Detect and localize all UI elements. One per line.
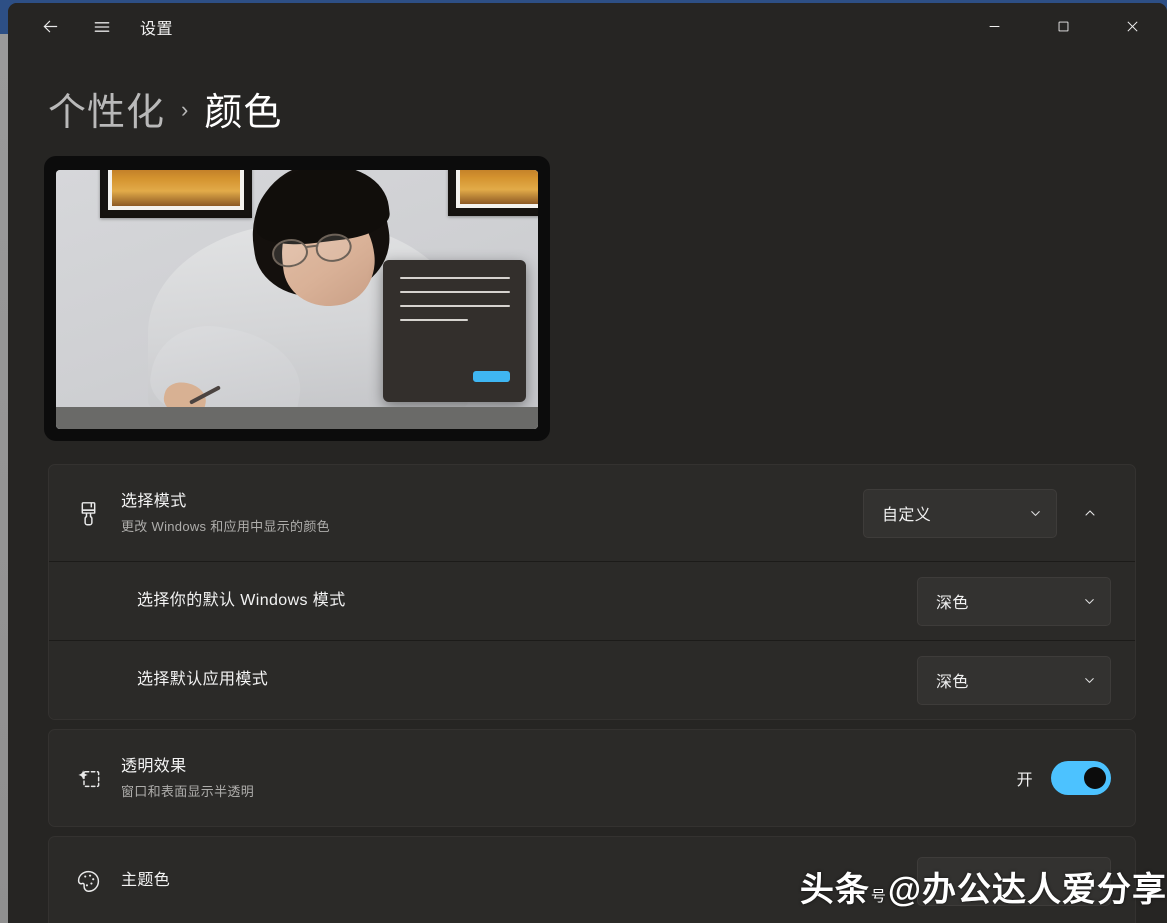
row-default-app-mode[interactable]: 选择默认应用模式 深色 xyxy=(49,640,1135,719)
default-app-mode-dropdown[interactable]: 深色 xyxy=(917,655,1111,705)
page-title: 颜色 xyxy=(204,91,283,134)
sparkle-glyph xyxy=(78,769,100,787)
default-windows-mode-dropdown[interactable]: 深色 xyxy=(917,576,1111,626)
choose-mode-expander-button[interactable] xyxy=(1069,492,1111,534)
transparency-state-label: 开 xyxy=(1016,772,1033,789)
sparkle-icon xyxy=(75,765,121,792)
accent-color-card: 主题色 xyxy=(48,836,1136,923)
row-default-app-mode-title: 选择默认应用模式 xyxy=(137,671,269,689)
settings-content: 个性化 › 颜色 选择模式 更改 Windows 和应用中显示的颜色 自定义 选… xyxy=(8,50,1167,923)
palette-glyph xyxy=(77,870,100,892)
row-default-windows-mode[interactable]: 选择你的默认 Windows 模式 深色 xyxy=(49,561,1135,640)
hamburger-menu-button[interactable] xyxy=(82,10,122,44)
minimize-icon xyxy=(989,26,1000,27)
choose-mode-value: 自定义 xyxy=(882,507,932,524)
row-accent-color-text: 主题色 xyxy=(121,870,917,892)
toggle-knob xyxy=(1084,767,1106,789)
row-accent-color[interactable]: 主题色 xyxy=(49,837,1135,923)
wall-picture-right xyxy=(448,170,538,216)
row-transparency-text: 透明效果 窗口和表面显示半透明 xyxy=(121,756,1017,801)
settings-window: 设置 个性化 › 颜色 选择模式 更改 Windows 和应用中显示的颜色 自定… xyxy=(8,3,1167,923)
back-arrow-icon xyxy=(43,20,57,33)
window-caption-buttons xyxy=(960,3,1167,50)
row-default-windows-mode-text: 选择你的默认 Windows 模式 xyxy=(137,590,917,612)
maximize-icon xyxy=(1058,21,1069,32)
row-choose-mode-title: 选择模式 xyxy=(121,492,187,510)
mock-text-line xyxy=(400,305,510,307)
breadcrumb: 个性化 › 颜色 xyxy=(8,50,1167,146)
palette-icon xyxy=(75,868,121,895)
row-default-app-mode-text: 选择默认应用模式 xyxy=(137,669,917,691)
chevron-down-icon xyxy=(1082,594,1097,609)
row-default-windows-mode-controls: 深色 xyxy=(917,576,1111,626)
mock-text-line xyxy=(400,277,510,279)
close-icon xyxy=(1127,21,1138,32)
mock-text-line xyxy=(400,291,510,293)
paintbrush-glyph xyxy=(81,501,96,525)
mock-text-line xyxy=(400,319,469,321)
row-default-windows-mode-title: 选择你的默认 Windows 模式 xyxy=(137,592,346,610)
hamburger-icon xyxy=(94,21,110,32)
choose-mode-card: 选择模式 更改 Windows 和应用中显示的颜色 自定义 选择你的默认 Win… xyxy=(48,464,1136,720)
theme-preview xyxy=(44,156,550,441)
chevron-down-icon xyxy=(1028,506,1043,521)
preview-mock-window xyxy=(383,260,526,402)
chevron-down-icon xyxy=(1082,874,1097,889)
transparency-toggle[interactable] xyxy=(1051,761,1111,795)
preview-taskbar xyxy=(56,407,538,429)
row-accent-color-controls xyxy=(917,856,1111,906)
default-app-mode-value: 深色 xyxy=(936,674,969,691)
row-choose-mode-text: 选择模式 更改 Windows 和应用中显示的颜色 xyxy=(121,491,863,536)
back-button[interactable] xyxy=(30,10,70,44)
close-button[interactable] xyxy=(1098,3,1167,50)
wall-picture-left xyxy=(100,170,252,218)
row-transparency-controls: 开 xyxy=(1017,761,1111,795)
choose-mode-dropdown[interactable]: 自定义 xyxy=(863,488,1057,538)
minimize-button[interactable] xyxy=(960,3,1029,50)
row-transparency-description: 窗口和表面显示半透明 xyxy=(121,784,255,800)
row-accent-color-title: 主题色 xyxy=(121,872,171,890)
row-choose-mode[interactable]: 选择模式 更改 Windows 和应用中显示的颜色 自定义 xyxy=(49,465,1135,561)
chevron-up-icon xyxy=(1085,510,1095,516)
row-choose-mode-controls: 自定义 xyxy=(863,488,1111,538)
mock-accent-button xyxy=(473,371,510,382)
default-windows-mode-value: 深色 xyxy=(936,595,969,612)
transparency-card: 透明效果 窗口和表面显示半透明 开 xyxy=(48,729,1136,827)
preview-monitor xyxy=(56,170,538,429)
row-default-app-mode-controls: 深色 xyxy=(917,655,1111,705)
settings-list: 选择模式 更改 Windows 和应用中显示的颜色 自定义 选择你的默认 Win… xyxy=(48,464,1136,923)
breadcrumb-parent[interactable]: 个性化 xyxy=(48,81,165,136)
row-transparency-title: 透明效果 xyxy=(121,757,187,775)
row-choose-mode-description: 更改 Windows 和应用中显示的颜色 xyxy=(121,519,330,535)
paintbrush-icon xyxy=(75,500,121,527)
row-transparency-effects[interactable]: 透明效果 窗口和表面显示半透明 开 xyxy=(49,730,1135,826)
accent-color-dropdown[interactable] xyxy=(917,856,1111,906)
title-bar: 设置 xyxy=(8,3,1167,50)
chevron-down-icon xyxy=(1082,673,1097,688)
app-title: 设置 xyxy=(140,20,174,38)
breadcrumb-separator-icon: › xyxy=(181,97,189,122)
maximize-button[interactable] xyxy=(1029,3,1098,50)
